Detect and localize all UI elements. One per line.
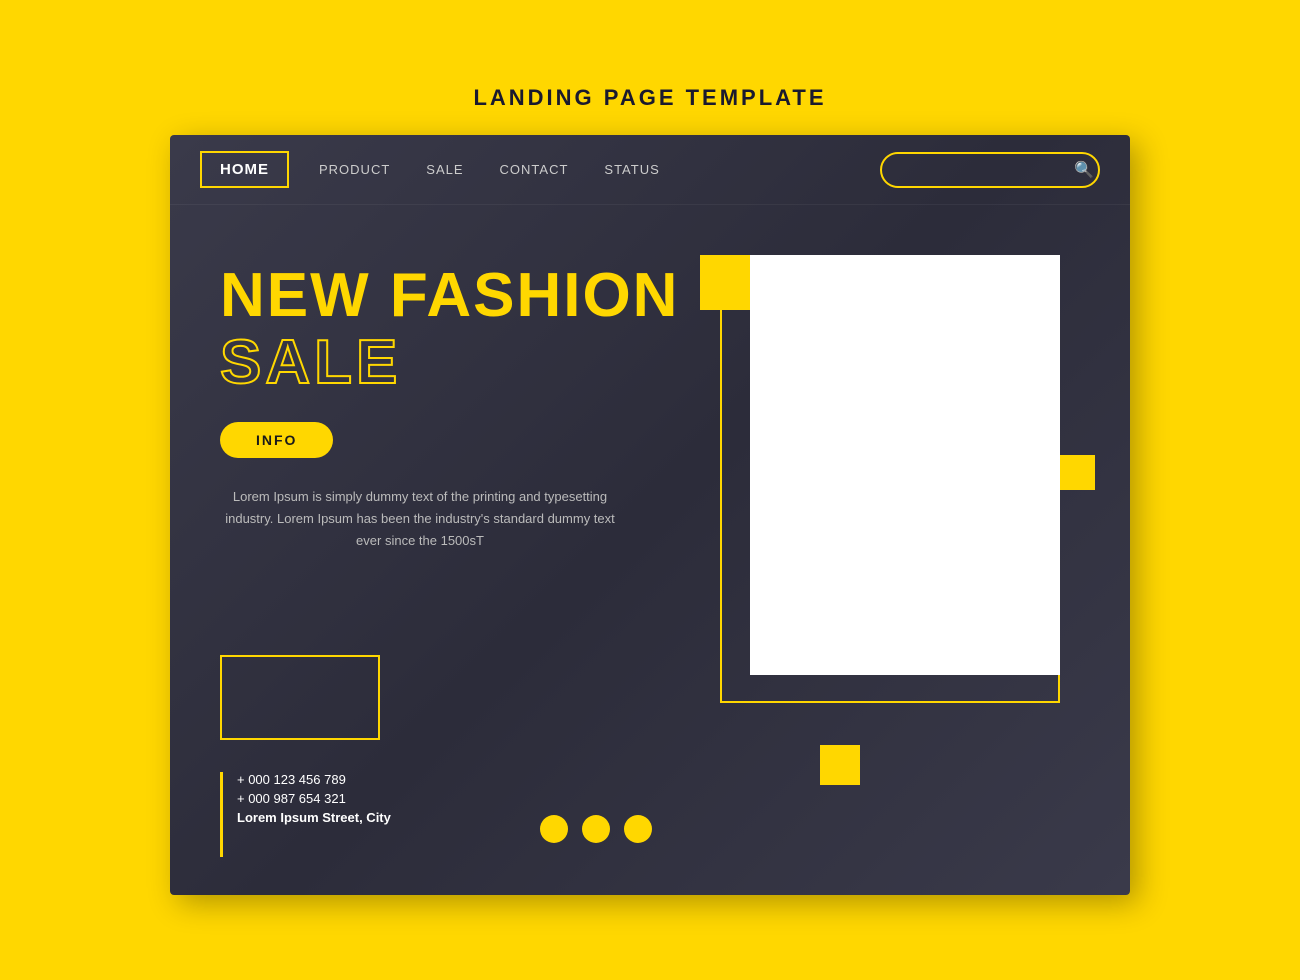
headline-new-fashion: NEW FASHION bbox=[220, 265, 690, 327]
nav-product[interactable]: PRODUCT bbox=[319, 162, 390, 177]
search-input[interactable] bbox=[898, 162, 1074, 177]
social-dot-1[interactable] bbox=[540, 815, 568, 843]
contact-address: Lorem Ipsum Street, City bbox=[237, 810, 391, 825]
contact-details: + 000 123 456 789 + 000 987 654 321 Lore… bbox=[237, 772, 391, 825]
nav-home[interactable]: HOME bbox=[200, 151, 289, 188]
nav-links: PRODUCT SALE CONTACT STATUS bbox=[319, 162, 880, 177]
description-text: Lorem Ipsum is simply dummy text of the … bbox=[220, 486, 620, 552]
image-placeholder bbox=[750, 255, 1060, 675]
nav-contact[interactable]: CONTACT bbox=[500, 162, 569, 177]
landing-card: HOME PRODUCT SALE CONTACT STATUS 🔍 NEW F… bbox=[170, 135, 1130, 895]
page-outer-title: LANDING PAGE TEMPLATE bbox=[473, 85, 826, 111]
main-content: NEW FASHION SALE INFO Lorem Ipsum is sim… bbox=[170, 205, 1130, 895]
nav-sale[interactable]: SALE bbox=[426, 162, 463, 177]
deco-square-right bbox=[1060, 455, 1095, 490]
social-dots bbox=[540, 815, 652, 843]
contact-info: + 000 123 456 789 + 000 987 654 321 Lore… bbox=[220, 772, 391, 857]
nav-status[interactable]: STATUS bbox=[604, 162, 659, 177]
contact-phone2: + 000 987 654 321 bbox=[237, 791, 391, 806]
search-icon: 🔍 bbox=[1074, 160, 1094, 180]
social-dot-3[interactable] bbox=[624, 815, 652, 843]
contact-bar bbox=[220, 772, 223, 857]
deco-square-bottom bbox=[820, 745, 860, 785]
deco-box-bottom-left bbox=[220, 655, 380, 740]
info-button[interactable]: INFO bbox=[220, 422, 333, 458]
contact-phone1: + 000 123 456 789 bbox=[237, 772, 391, 787]
navbar: HOME PRODUCT SALE CONTACT STATUS 🔍 bbox=[170, 135, 1130, 205]
headline-sale: SALE bbox=[220, 327, 690, 398]
social-dot-2[interactable] bbox=[582, 815, 610, 843]
search-bar[interactable]: 🔍 bbox=[880, 152, 1100, 188]
left-section: NEW FASHION SALE INFO Lorem Ipsum is sim… bbox=[220, 235, 690, 895]
right-section bbox=[690, 235, 1090, 895]
